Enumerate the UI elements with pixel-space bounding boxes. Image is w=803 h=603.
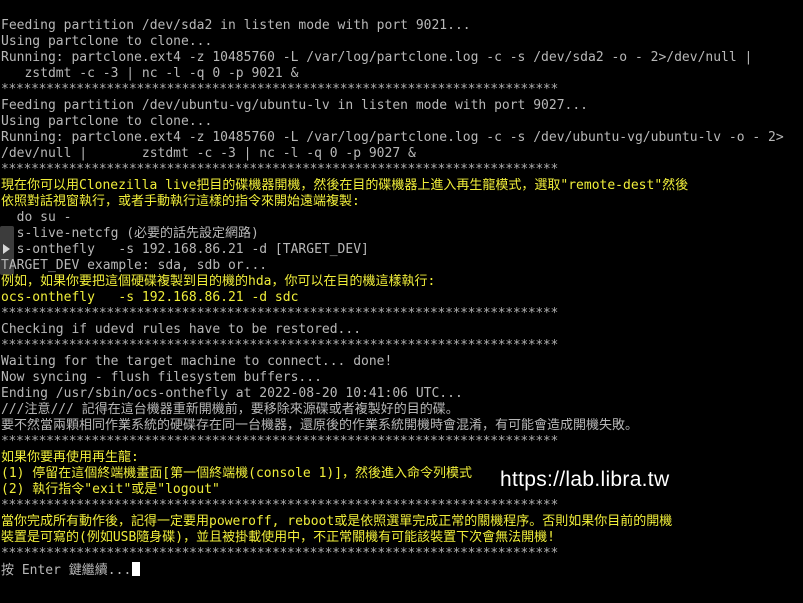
terminal-line: do su - xyxy=(1,210,72,225)
terminal-line: s-onthefly -s 192.168.86.21 -d [TARGET_D… xyxy=(1,242,369,257)
separator-line: ****************************************… xyxy=(1,546,558,561)
text-cursor xyxy=(132,562,141,576)
terminal-line: 要不然當兩顆相同作業系統的硬碟存在同一台機器，還原後的作業系統開機時會混淆，有可… xyxy=(1,418,639,433)
terminal-line: 例如，如果你要把這個硬碟複製到目的機的hda，你可以在目的機這樣執行: xyxy=(1,274,436,289)
terminal-line: Waiting for the target machine to connec… xyxy=(1,354,393,369)
terminal-line: ///注意/// 記得在這台機器重新開機前，要移除來源碟或者複製好的目的碟。 xyxy=(1,402,459,417)
terminal-line: Feeding partition /dev/ubuntu-vg/ubuntu-… xyxy=(1,98,588,113)
terminal-line: 如果你要再使用再生龍: xyxy=(1,450,139,465)
terminal-line: 依照對話視窗執行，或者手動執行這樣的指令來開始遠端複製: xyxy=(1,194,360,209)
terminal-line: s-live-netcfg (必要的話先設定網路) xyxy=(1,226,259,241)
terminal-line: 現在你可以用Clonezilla live把目的碟機器開機，然後在目的碟機器上進… xyxy=(1,178,689,193)
terminal-line: Using partclone to clone... xyxy=(1,34,213,49)
terminal-line: 裝置是可寫的(例如USB隨身碟)，並且被掛載使用中，不正常關機有可能該裝置下次會… xyxy=(1,530,555,545)
terminal-line: Now syncing - flush filesystem buffers..… xyxy=(1,370,322,385)
terminal-line: Using partclone to clone... xyxy=(1,114,213,129)
prompt-line: 按 Enter 鍵繼續... xyxy=(1,562,803,578)
terminal-line: 當你完成所有動作後，記得一定要用poweroff, reboot或是依照選單完成… xyxy=(1,514,673,529)
separator-line: ****************************************… xyxy=(1,162,558,177)
separator-line: ****************************************… xyxy=(1,498,558,513)
terminal-line: TARGET_DEV example: sda, sdb or... xyxy=(1,258,268,273)
terminal-line: zstdmt -c -3 | nc -l -q 0 -p 9021 & xyxy=(1,66,299,81)
site-watermark: https://lab.libra.tw xyxy=(500,468,670,491)
terminal-window[interactable]: Feeding partition /dev/sda2 in listen mo… xyxy=(0,0,803,603)
terminal-line: /dev/null | zstdmt -c -3 | nc -l -q 0 -p… xyxy=(1,146,416,161)
separator-line: ****************************************… xyxy=(1,434,558,449)
separator-line: ****************************************… xyxy=(1,338,558,353)
terminal-line: (2) 執行指令"exit"或是"logout" xyxy=(1,482,220,497)
separator-line: ****************************************… xyxy=(1,82,558,97)
terminal-line: Checking if udevd rules have to be resto… xyxy=(1,322,362,337)
separator-line: ****************************************… xyxy=(1,306,558,321)
terminal-line: Feeding partition /dev/sda2 in listen mo… xyxy=(1,18,471,33)
terminal-line: Running: partclone.ext4 -z 10485760 -L /… xyxy=(1,50,753,65)
terminal-line: Running: partclone.ext4 -z 10485760 -L /… xyxy=(1,130,784,145)
terminal-line: (1) 停留在這個終端機畫面[第一個終端機(console 1)]，然後進入命令… xyxy=(1,466,473,481)
terminal-line: Ending /usr/sbin/ocs-onthefly at 2022-08… xyxy=(1,386,463,401)
terminal-line: ocs-onthefly -s 192.168.86.21 -d sdc xyxy=(1,290,299,305)
